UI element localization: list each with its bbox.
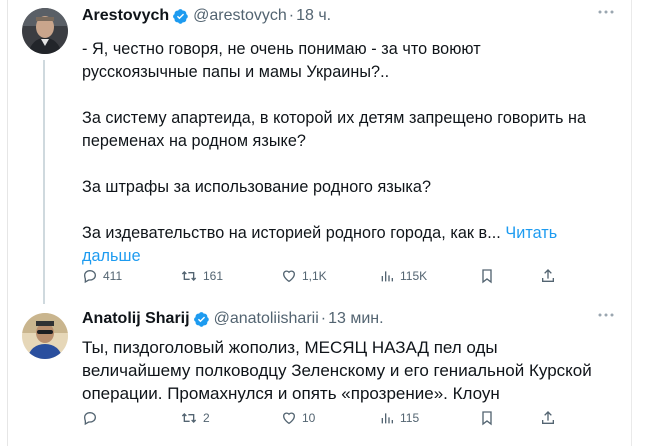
- avatar[interactable]: [22, 313, 68, 359]
- author-handle[interactable]: @arestovych: [193, 7, 287, 25]
- reply-button[interactable]: 411: [82, 268, 122, 284]
- verified-badge-icon: [173, 8, 188, 24]
- tweet-header: Anatolij Sharij @anatoliisharii · 13 мин…: [82, 307, 622, 331]
- repost-count: 161: [203, 269, 224, 283]
- screenshot-left-edge: [0, 0, 8, 446]
- like-count: 10: [302, 411, 316, 425]
- reply-count: 411: [103, 269, 123, 283]
- text-line: русскоязычные папы и мамы Украины?..: [82, 63, 390, 81]
- bookmark-icon: [482, 411, 492, 426]
- views-icon: [381, 271, 393, 282]
- views-button[interactable]: 115: [379, 410, 419, 426]
- bookmark-button[interactable]: [479, 268, 495, 284]
- tweet-actions: 2 10 115: [82, 408, 602, 428]
- verified-badge-icon: [193, 311, 209, 327]
- views-count: 115: [400, 411, 420, 425]
- repost-count: 2: [203, 411, 210, 425]
- separator-dot: ·: [288, 7, 295, 24]
- views-count: 115K: [400, 269, 428, 283]
- read-more-link[interactable]: Читать: [501, 224, 557, 242]
- text-line-content: За издевательство на историей родного го…: [82, 224, 501, 242]
- read-more-link-continued[interactable]: дальше: [82, 245, 622, 268]
- tweet-header: Arestovych @arestovych · 18 ч.: [82, 4, 622, 28]
- text-line: За издевательство на историей родного го…: [82, 222, 622, 245]
- text-line: За систему апартеида, в которой их детям…: [82, 109, 587, 127]
- author-handle[interactable]: @anatoliisharii: [214, 310, 319, 328]
- timestamp[interactable]: 13 мин.: [328, 310, 383, 328]
- like-button[interactable]: 10: [281, 410, 315, 426]
- author-name[interactable]: Arestovych: [82, 7, 169, 25]
- screenshot-right-edge: [631, 0, 645, 446]
- separator-dot: ·: [320, 310, 327, 327]
- text-line: Ты, пиздоголовый жополиз, МЕСЯЦ НАЗАД пе…: [82, 338, 498, 357]
- repost-icon: [181, 413, 197, 423]
- text-line: - Я, честно говоря, не очень понимаю - з…: [82, 40, 481, 58]
- reply-button[interactable]: [82, 410, 98, 426]
- text-line: величайшему полководцу Зеленскому и его …: [82, 361, 592, 380]
- reply-icon: [83, 269, 97, 284]
- like-icon: [282, 270, 296, 283]
- views-button[interactable]: 115K: [379, 268, 427, 284]
- reply-icon: [83, 411, 97, 426]
- views-icon: [381, 413, 393, 424]
- repost-button[interactable]: 161: [180, 268, 223, 284]
- like-button[interactable]: 1,1K: [281, 268, 327, 284]
- bookmark-icon: [482, 269, 492, 284]
- repost-icon: [181, 271, 197, 281]
- repost-button[interactable]: 2: [180, 410, 210, 426]
- tweet-text: Ты, пиздоголовый жополиз, МЕСЯЦ НАЗАД пе…: [82, 336, 622, 405]
- share-icon: [542, 269, 554, 282]
- like-icon: [282, 412, 296, 425]
- text-line: операции. Промахнулся и опять «прозрение…: [82, 384, 500, 403]
- avatar[interactable]: [22, 8, 68, 54]
- text-line: переменах на родном языке?: [82, 132, 306, 150]
- tweet-actions: 411 161 1,1K 115K: [82, 266, 602, 286]
- tweet-text: - Я, честно говоря, не очень понимаю - з…: [82, 38, 622, 268]
- author-name[interactable]: Anatolij Sharij: [82, 310, 190, 328]
- timestamp[interactable]: 18 ч.: [296, 7, 331, 25]
- bookmark-button[interactable]: [479, 410, 495, 426]
- more-icon[interactable]: [598, 313, 614, 317]
- thread-line: [43, 60, 45, 304]
- share-icon: [542, 411, 554, 424]
- more-icon[interactable]: [598, 10, 614, 14]
- share-button[interactable]: [540, 268, 556, 284]
- like-count: 1,1K: [302, 269, 327, 283]
- share-button[interactable]: [540, 410, 556, 426]
- text-line: За штрафы за использование родного языка…: [82, 178, 432, 196]
